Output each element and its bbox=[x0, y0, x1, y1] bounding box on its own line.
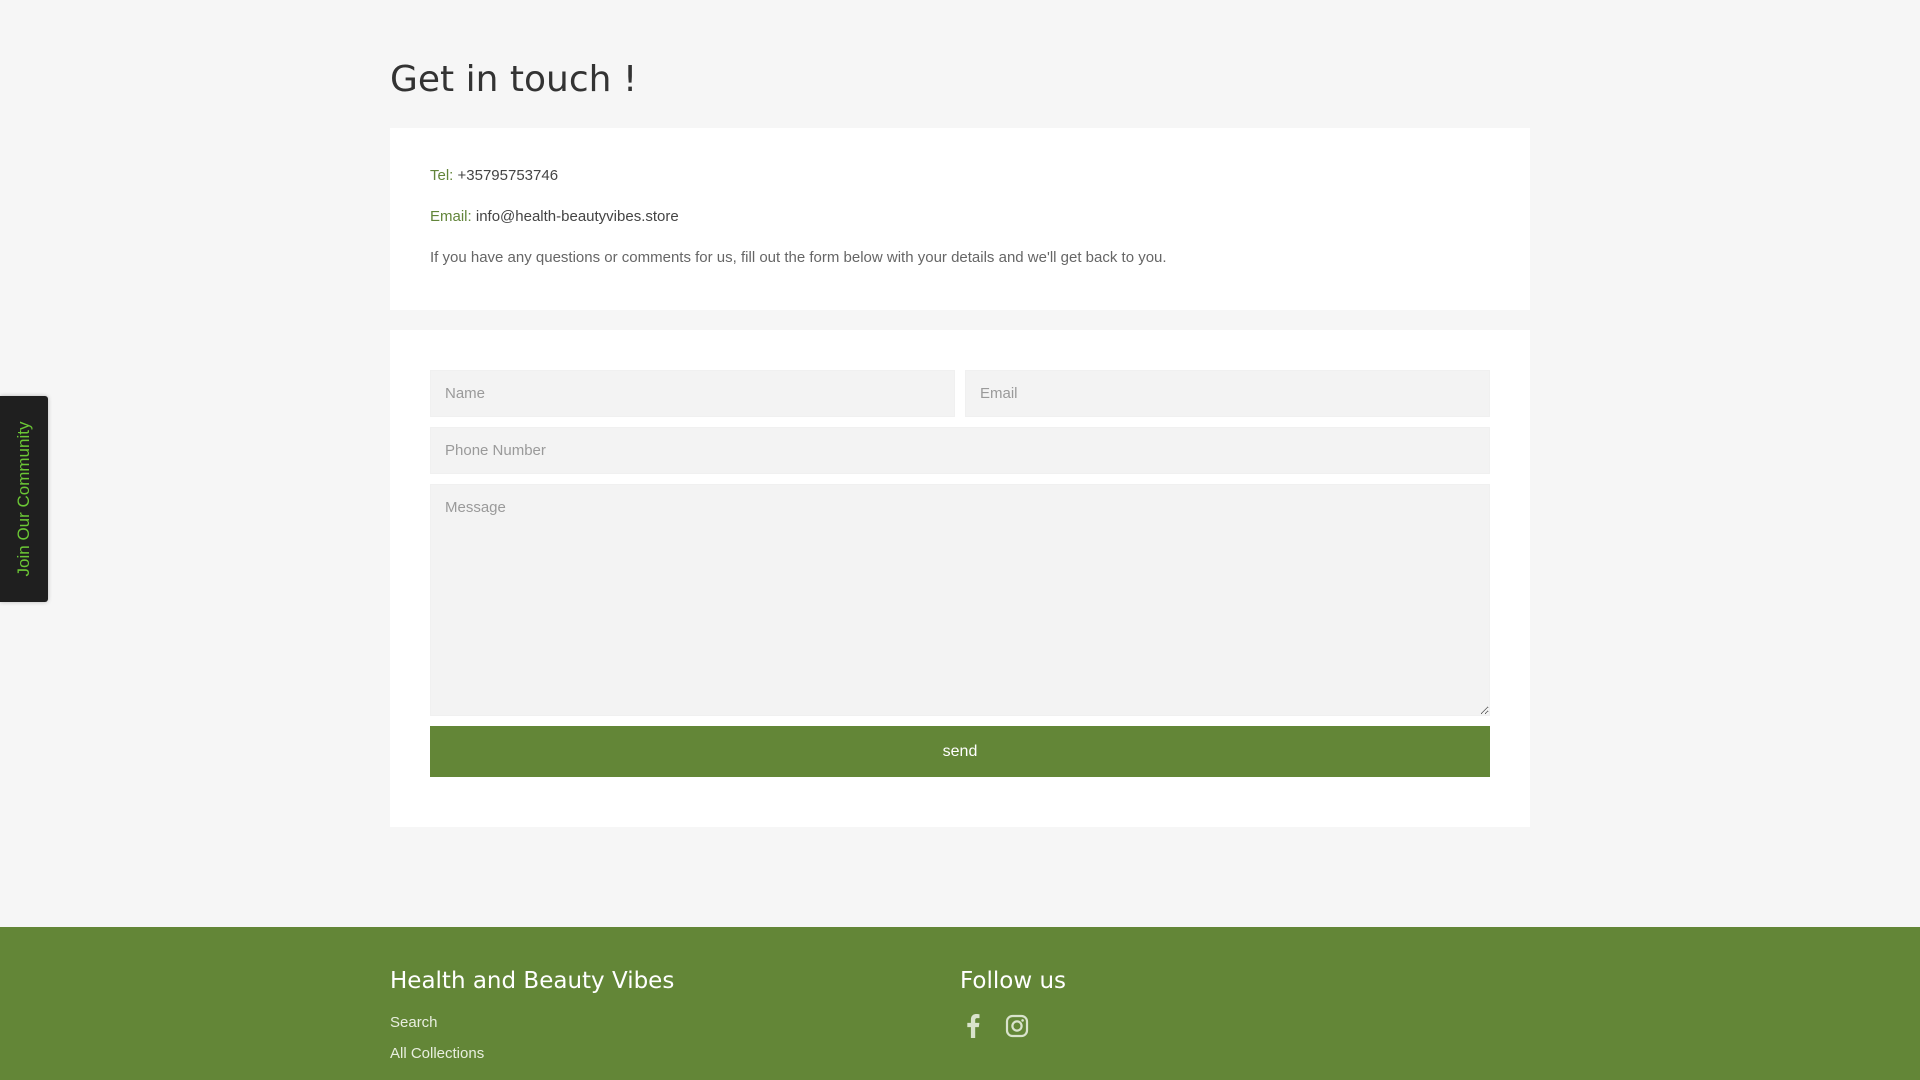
footer-brand-column: Health and Beauty Vibes Search All Colle… bbox=[390, 967, 674, 1075]
site-footer: Health and Beauty Vibes Search All Colle… bbox=[0, 927, 1920, 1080]
join-community-tab[interactable]: Join Our Community bbox=[0, 396, 48, 602]
message-textarea[interactable] bbox=[430, 484, 1490, 716]
instagram-icon[interactable] bbox=[1004, 1013, 1030, 1039]
email-value[interactable]: info@health-beautyvibes.store bbox=[476, 208, 679, 225]
footer-follow-column: Follow us bbox=[960, 967, 1066, 1039]
phone-row bbox=[430, 427, 1490, 474]
send-button[interactable]: send bbox=[430, 726, 1490, 777]
join-community-label: Join Our Community bbox=[14, 421, 33, 577]
contact-info-card: Tel: +35795753746 Email: info@health-bea… bbox=[390, 128, 1530, 310]
social-links bbox=[960, 1013, 1066, 1039]
name-input[interactable] bbox=[430, 370, 955, 417]
footer-brand-heading: Health and Beauty Vibes bbox=[390, 968, 675, 994]
email-line: Email: info@health-beautyvibes.store bbox=[430, 207, 1490, 227]
contact-description: If you have any questions or comments fo… bbox=[430, 249, 1167, 266]
footer-follow-heading: Follow us bbox=[960, 968, 1067, 994]
email-input[interactable] bbox=[965, 370, 1490, 417]
contact-form-card: send bbox=[390, 330, 1530, 827]
footer-link-all-collections[interactable]: All Collections bbox=[390, 1044, 674, 1064]
phone-input[interactable] bbox=[430, 427, 1490, 474]
name-email-row bbox=[430, 370, 1490, 417]
page-title: Get in touch ! bbox=[390, 59, 638, 100]
contact-form: send bbox=[430, 370, 1490, 777]
facebook-icon[interactable] bbox=[960, 1013, 986, 1039]
tel-value[interactable]: +35795753746 bbox=[458, 167, 559, 184]
tel-label: Tel: bbox=[430, 167, 454, 184]
tel-line: Tel: +35795753746 bbox=[430, 166, 1490, 186]
footer-link-search[interactable]: Search bbox=[390, 1013, 674, 1033]
email-label: Email: bbox=[430, 208, 472, 225]
